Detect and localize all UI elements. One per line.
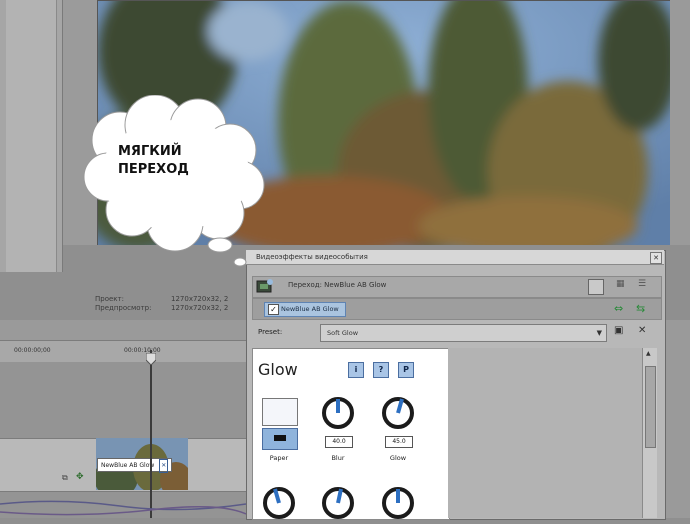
- callout-line-2: ПЕРЕХОД: [118, 162, 189, 177]
- chain-plugin-icon[interactable]: ⇆: [636, 302, 645, 315]
- help-button[interactable]: ?: [373, 362, 389, 378]
- move-icon[interactable]: ✥: [76, 472, 84, 482]
- callout-line-1: МЯГКИЙ: [118, 144, 182, 159]
- playhead-handle[interactable]: [145, 350, 157, 366]
- panel-empty-area: [448, 348, 642, 518]
- info-label-project: Проект:: [95, 295, 124, 303]
- blur-knob[interactable]: [321, 396, 355, 430]
- info-value-project: 1270x720x32, 2: [171, 295, 229, 303]
- blur-label: Blur: [331, 454, 345, 462]
- info-value-preview: 1270x720x32, 2: [171, 304, 229, 312]
- knob-row2-1[interactable]: [262, 486, 296, 520]
- glow-knob[interactable]: [381, 396, 415, 430]
- save-preset-icon[interactable]: ▣: [614, 325, 623, 336]
- info-label-preview: Предпросмотр:: [95, 304, 152, 312]
- blur-value[interactable]: 40.0: [325, 436, 353, 448]
- scroll-up-icon[interactable]: ▲: [646, 350, 651, 357]
- dialog-title-bar[interactable]: Видеоэффекты видеособытия: [246, 250, 664, 265]
- list-icon[interactable]: ☰: [638, 279, 646, 289]
- transition-label[interactable]: NewBlue AB Glow ✕: [97, 458, 173, 473]
- panel-toggle-icon[interactable]: [588, 279, 604, 295]
- delete-preset-icon[interactable]: ✕: [638, 325, 646, 336]
- ruler-label-start: 00:00:00;00: [14, 347, 51, 354]
- knob-row2-3[interactable]: [381, 486, 415, 520]
- envelope-icon[interactable]: ⧉: [62, 473, 68, 483]
- dialog-title: Видеоэффекты видеособытия: [256, 253, 368, 261]
- paper-color-swatch[interactable]: [262, 398, 298, 426]
- paper-picker-button[interactable]: [262, 428, 298, 450]
- info-button[interactable]: i: [348, 362, 364, 378]
- explorer-pane: [0, 0, 63, 272]
- playhead[interactable]: [150, 350, 152, 518]
- chevron-down-icon: ▼: [596, 329, 602, 337]
- transition-close-icon[interactable]: ✕: [159, 459, 169, 473]
- panel-scrollbar[interactable]: ▲: [642, 348, 657, 518]
- panel-heading: Glow: [258, 360, 298, 379]
- dialog-close-icon[interactable]: ✕: [650, 252, 662, 264]
- plugin-button[interactable]: ✓ NewBlue AB Glow: [264, 302, 346, 317]
- preset-label: Preset:: [258, 328, 283, 336]
- paper-label: Paper: [269, 454, 289, 462]
- picker-icon: [274, 435, 286, 441]
- callout-text: МЯГКИЙ ПЕРЕХОД: [118, 143, 228, 179]
- knob-row2-2[interactable]: [321, 486, 355, 520]
- fx-chain-label: Переход: NewBlue AB Glow: [288, 281, 387, 289]
- preset-dropdown[interactable]: Soft Glow ▼: [320, 324, 607, 342]
- presets-button[interactable]: P: [398, 362, 414, 378]
- add-plugin-icon[interactable]: ⇔: [614, 302, 623, 315]
- plugin-button-label: NewBlue AB Glow: [281, 305, 339, 313]
- scrollbar-thumb[interactable]: [645, 366, 656, 448]
- plugin-checkbox-icon[interactable]: ✓: [268, 304, 279, 315]
- glow-label: Glow: [389, 454, 407, 462]
- fx-chain-icon[interactable]: [256, 278, 274, 294]
- callout-cloud: [80, 94, 270, 270]
- glow-value[interactable]: 45.0: [385, 436, 413, 448]
- audio-waveform: [0, 496, 247, 518]
- timeline-ruler[interactable]: 00:00:00;00 00:00:10;00: [0, 340, 250, 364]
- grid-icon[interactable]: ▦: [616, 279, 625, 289]
- transition-label-text: NewBlue AB Glow: [101, 462, 155, 469]
- preset-value: Soft Glow: [327, 329, 359, 337]
